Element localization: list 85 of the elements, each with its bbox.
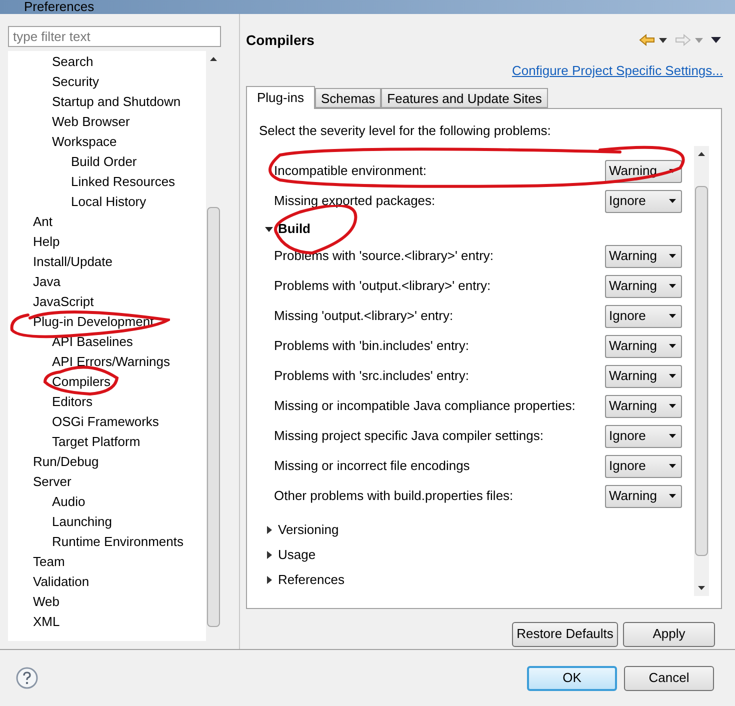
tree-item[interactable]: Web Browser [52, 114, 130, 129]
ok-button[interactable]: OK [527, 666, 617, 690]
expand-triangle-icon[interactable] [265, 576, 273, 584]
expand-triangle-icon[interactable] [265, 550, 273, 558]
tree-item[interactable]: Java [33, 274, 60, 289]
tree-item[interactable]: Target Platform [52, 434, 140, 449]
caret-icon [669, 464, 676, 468]
severity-dropdown[interactable]: Ignore [605, 190, 682, 212]
page-title: Compilers [246, 30, 316, 50]
menu-icon[interactable] [711, 37, 721, 43]
severity-dropdown[interactable]: Warning [605, 244, 682, 268]
setting-label: Problems with 'bin.includes' entry: [274, 337, 470, 356]
severity-dropdown[interactable]: Ignore [605, 304, 682, 328]
caret-icon [669, 404, 676, 408]
tree-item[interactable]: Workspace [52, 134, 117, 149]
setting-label: Missing project specific Java compiler settings: [274, 427, 544, 446]
caret-icon [669, 374, 676, 378]
severity-dropdown[interactable]: Ignore [605, 454, 682, 478]
tree-item[interactable]: Editors [52, 394, 92, 409]
apply-button[interactable]: Apply [623, 622, 715, 646]
caret-icon [669, 434, 676, 438]
tree-item[interactable]: Runtime Environments [52, 534, 184, 549]
tab[interactable]: Plug-ins [246, 86, 315, 108]
tree-item[interactable]: Build Order [71, 154, 137, 169]
dropdown-icon[interactable] [659, 38, 667, 42]
severity-dropdown[interactable]: Warning [605, 274, 682, 298]
setting-label: Incompatible environment: [274, 162, 428, 180]
restore-defaults-button[interactable]: Restore Defaults [512, 622, 618, 646]
setting-label: Problems with 'output.<library>' entry: [274, 277, 492, 296]
section-heading[interactable]: Versioning [278, 520, 339, 540]
scroll-up-icon[interactable] [698, 152, 705, 156]
tree-item[interactable]: Run/Debug [33, 454, 99, 469]
tree-item[interactable]: Local History [71, 194, 146, 209]
caret-icon [669, 199, 676, 203]
tree-item[interactable]: Validation [33, 574, 90, 589]
severity-dropdown[interactable]: Warning [605, 394, 682, 418]
tree-item[interactable]: Launching [52, 514, 112, 529]
setting-label: Problems with 'src.includes' entry: [274, 367, 470, 386]
tree-item[interactable]: Install/Update [33, 254, 112, 269]
expand-triangle-icon[interactable] [265, 526, 273, 534]
caret-icon [669, 344, 676, 348]
caret-icon [669, 494, 676, 498]
tree-item[interactable]: Server [33, 474, 72, 489]
configure-link[interactable]: Configure Project Specific Settings... [512, 61, 723, 80]
tree-item[interactable]: Team [33, 554, 65, 569]
setting-label: Other problems with build.properties files: [274, 487, 514, 506]
tree-item[interactable]: API Errors/Warnings [52, 354, 170, 369]
setting-label: Missing exported packages: [274, 192, 436, 210]
tree-item[interactable]: JavaScript [33, 294, 94, 309]
tree-item[interactable]: Plug-in Development [33, 314, 154, 329]
filter-field[interactable]: type filter text [8, 26, 221, 47]
section-heading[interactable]: References [278, 570, 344, 590]
tree-item[interactable]: Ant [33, 214, 53, 229]
scroll-down-icon[interactable] [698, 586, 705, 590]
tab[interactable]: Features and Update Sites [381, 88, 548, 108]
description-text: Select the severity level for the following problems: [259, 122, 552, 140]
section-heading[interactable]: Usage [278, 544, 316, 564]
tree-item[interactable]: API Baselines [52, 334, 133, 349]
severity-dropdown[interactable]: Warning [605, 364, 682, 388]
tree-item[interactable]: Security [52, 74, 99, 89]
tree-item[interactable]: XML [33, 614, 60, 629]
scroll-up-icon[interactable] [210, 57, 217, 61]
tree-item[interactable]: Web [33, 594, 60, 609]
tree-item[interactable]: Linked Resources [71, 174, 176, 189]
tree-item[interactable]: Help [33, 234, 60, 249]
section-heading[interactable]: Build [278, 218, 310, 238]
tree-item[interactable]: OSGi Frameworks [52, 414, 159, 429]
tree-item[interactable]: Audio [52, 494, 86, 509]
caret-icon [669, 284, 676, 288]
severity-dropdown[interactable]: Ignore [605, 424, 682, 448]
severity-dropdown[interactable]: Warning [605, 334, 682, 358]
cancel-button[interactable]: Cancel [624, 666, 714, 690]
tree-item[interactable]: Search [52, 54, 94, 69]
setting-label: Missing 'output.<library>' entry: [274, 307, 454, 326]
severity-dropdown[interactable]: Warning [605, 484, 682, 508]
caret-icon [669, 314, 676, 318]
help-icon[interactable] [16, 667, 38, 689]
window-title: Preferences [24, 0, 94, 14]
scrollbar[interactable] [694, 146, 709, 596]
tree-item[interactable]: Startup and Shutdown [52, 94, 181, 109]
caret-icon [669, 254, 676, 258]
setting-label: Missing or incorrect file encodings [274, 457, 471, 476]
tab[interactable]: Schemas [314, 88, 382, 108]
setting-label: Missing or incompatible Java compliance properties: [274, 397, 576, 416]
collapse-triangle-icon[interactable] [265, 224, 273, 232]
